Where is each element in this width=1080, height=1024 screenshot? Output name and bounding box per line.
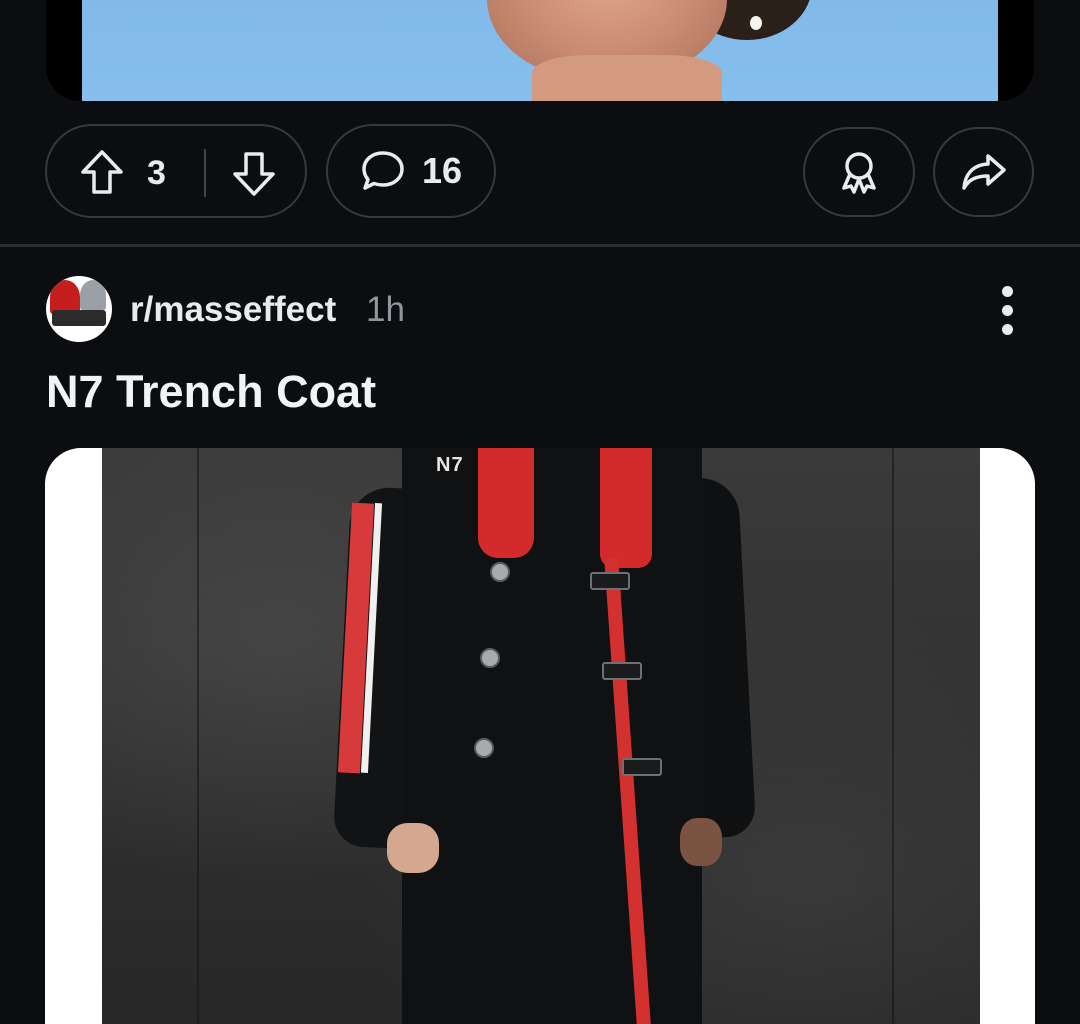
n7-logo: N7 [436,454,464,476]
coat-collar [478,448,534,558]
post-separator [0,244,1080,247]
share-button[interactable] [933,127,1034,217]
post-header: r/masseffect 1h [46,276,1036,346]
vote-divider [204,149,206,197]
comments-button[interactable]: 16 [326,124,496,218]
coat-body [402,448,702,1024]
upvote-icon[interactable] [79,148,125,198]
comment-count: 16 [421,150,463,191]
post-time: 1h [366,290,405,329]
share-icon [960,152,1008,192]
award-icon [838,150,880,194]
previous-post-photo [82,0,998,101]
trench-coat-photo: N7 [102,448,980,1024]
subreddit-name[interactable]: r/masseffect [130,290,336,330]
downvote-icon[interactable] [231,148,277,198]
post-image[interactable]: N7 [45,448,1035,1024]
previous-post-image[interactable] [46,0,1034,101]
more-dots-icon [1002,286,1013,297]
hand [387,823,439,873]
comment-bubble-icon [360,149,406,193]
post-action-bar: 3 16 [0,124,1080,222]
award-button[interactable] [803,127,915,217]
subreddit-avatar[interactable] [46,276,112,342]
more-options-button[interactable] [992,284,1022,336]
post-title[interactable]: N7 Trench Coat [46,366,376,418]
vote-control: 3 [45,124,307,218]
upvote-count: 3 [147,154,166,192]
reddit-feed-screen: 3 16 r/masseffect 1h N7 Trench Coat N7 [0,0,1080,1024]
